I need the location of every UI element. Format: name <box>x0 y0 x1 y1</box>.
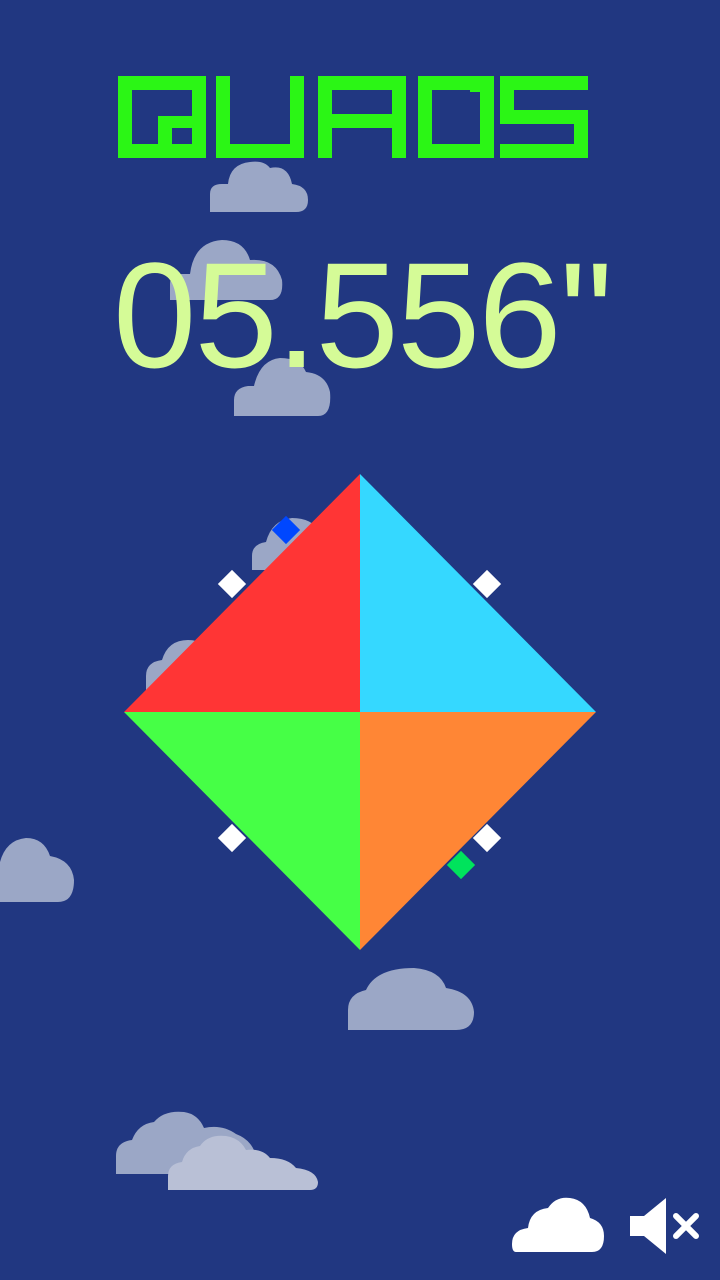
cloud <box>210 161 308 212</box>
title-letter-d <box>418 76 494 158</box>
cloud-button[interactable] <box>512 1196 606 1256</box>
speaker-muted-icon <box>630 1198 699 1254</box>
quadrant-orange[interactable] <box>360 712 596 950</box>
game-scene <box>0 76 596 1190</box>
cloud-icon <box>512 1197 604 1252</box>
sound-toggle-button[interactable] <box>626 1196 702 1256</box>
quad-diamond[interactable] <box>124 474 596 950</box>
title-letter-s <box>500 76 588 158</box>
game-title-logo <box>118 76 588 158</box>
title-letter-a <box>318 76 406 158</box>
title-letter-q <box>118 76 206 158</box>
title-letter-u <box>216 76 304 158</box>
elapsed-timer: 05.556" <box>112 231 613 399</box>
quadrant-cyan[interactable] <box>360 474 596 712</box>
cloud <box>348 968 474 1030</box>
cloud <box>0 838 74 902</box>
quadrant-green[interactable] <box>124 712 360 950</box>
